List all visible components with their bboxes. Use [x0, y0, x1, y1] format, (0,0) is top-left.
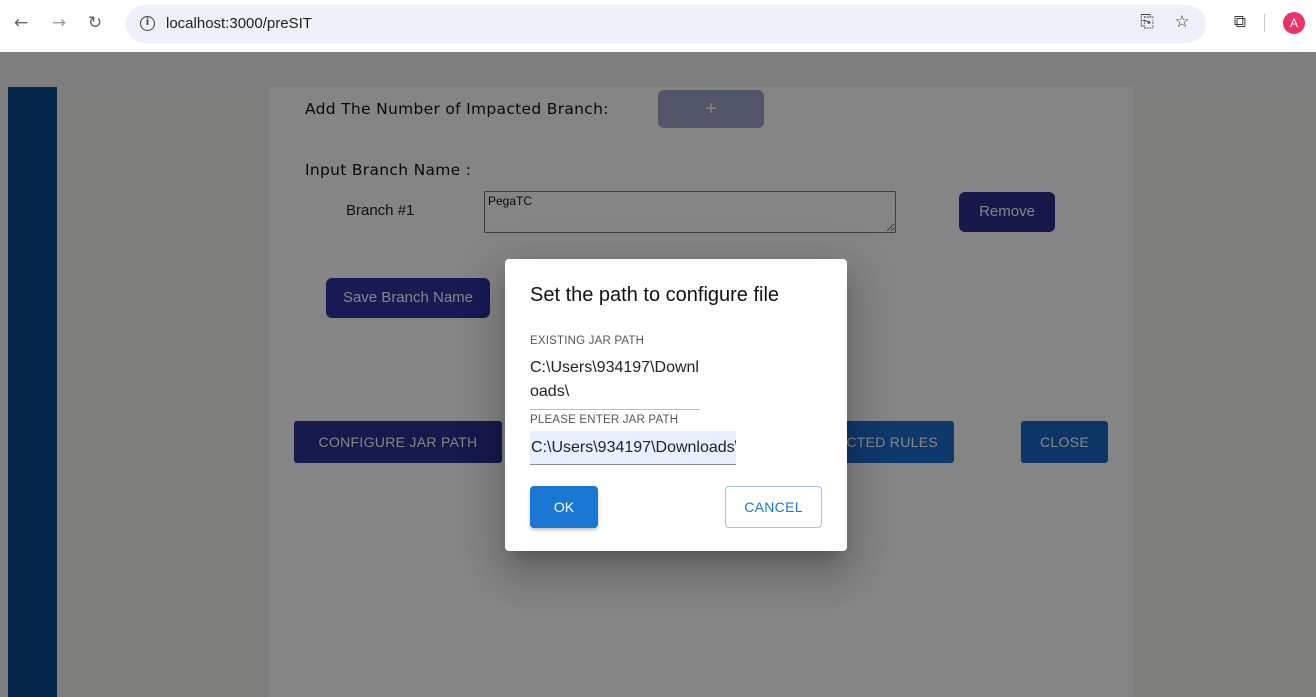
site-info-icon[interactable]: i	[140, 16, 155, 31]
toolbar-divider	[1264, 14, 1265, 32]
page-viewport: Add The Number of Impacted Branch: + Inp…	[0, 52, 1316, 697]
address-bar[interactable]: i localhost:3000/preSIT	[126, 5, 1206, 43]
install-app-icon[interactable]: ⎘	[1135, 10, 1159, 34]
existing-path-underline	[530, 409, 700, 410]
ok-button[interactable]: OK	[530, 486, 598, 528]
reload-icon[interactable]: ↻	[84, 12, 106, 34]
extensions-icon[interactable]: ⧉	[1228, 10, 1252, 34]
back-arrow-icon[interactable]: ←	[10, 12, 32, 34]
cancel-button[interactable]: CANCEL	[725, 486, 822, 528]
browser-toolbar: ← → ↻ i localhost:3000/preSIT ⎘ ☆ ⧉ A	[0, 0, 1316, 52]
existing-jar-path-label: EXISTING JAR PATH	[530, 335, 645, 347]
enter-jar-path-label: PLEASE ENTER JAR PATH	[530, 414, 679, 426]
bookmark-star-icon[interactable]: ☆	[1170, 10, 1194, 34]
profile-avatar[interactable]: A	[1283, 12, 1305, 34]
dialog-title: Set the path to configure file	[530, 284, 780, 306]
jar-path-input[interactable]	[530, 431, 736, 465]
existing-jar-path-value: C:\Users\934197\Downloads\	[530, 359, 699, 400]
forward-arrow-icon[interactable]: →	[48, 12, 70, 34]
url-text[interactable]: localhost:3000/preSIT	[166, 15, 312, 32]
configure-path-dialog: Set the path to configure file EXISTING …	[505, 259, 847, 551]
